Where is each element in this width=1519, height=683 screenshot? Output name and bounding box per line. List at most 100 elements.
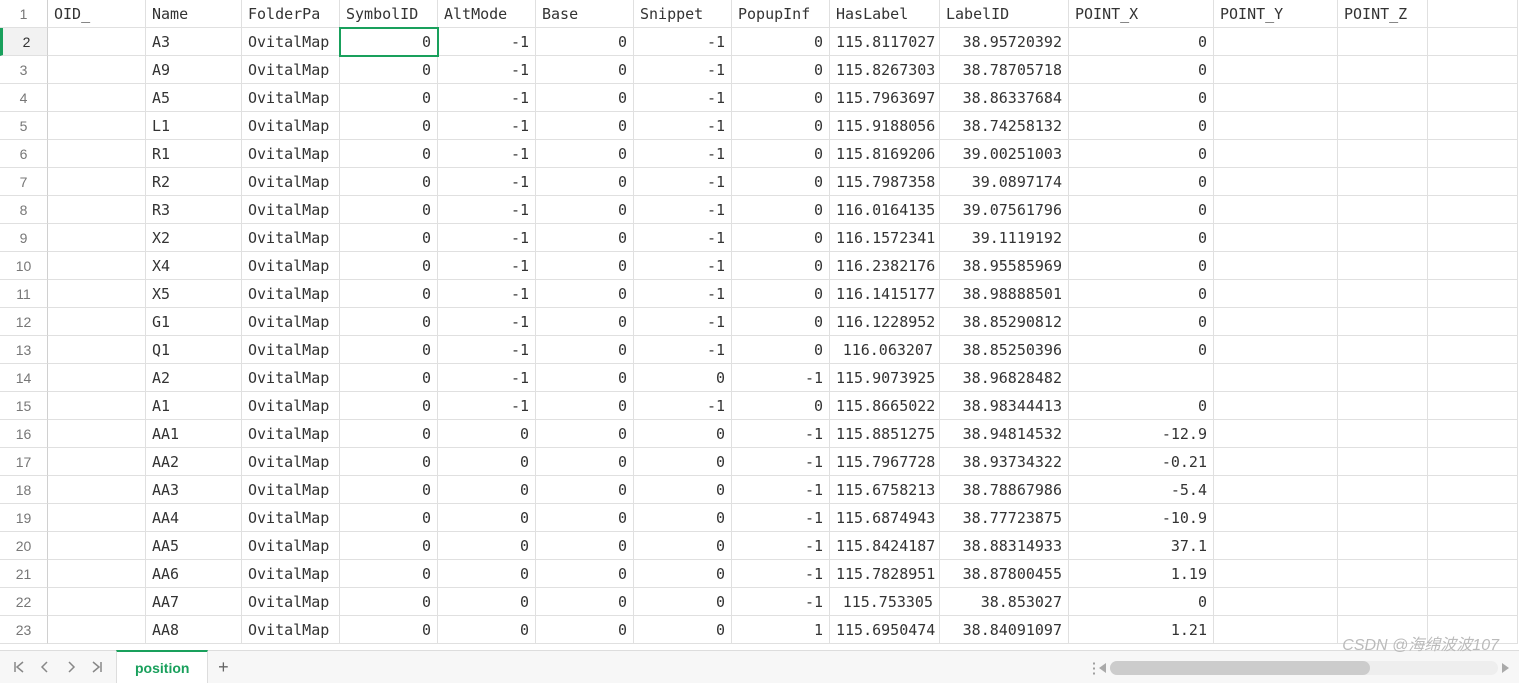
cell[interactable]: OvitalMap [242, 112, 340, 140]
cell[interactable] [48, 112, 146, 140]
cell[interactable] [48, 476, 146, 504]
cell[interactable] [48, 616, 146, 644]
cell[interactable]: 0 [1069, 392, 1214, 420]
cell[interactable]: 0 [536, 280, 634, 308]
cell[interactable] [1338, 420, 1428, 448]
cell[interactable]: OvitalMap [242, 420, 340, 448]
cell[interactable]: -1 [438, 308, 536, 336]
cell[interactable]: 39.0897174 [940, 168, 1069, 196]
empty-cell[interactable] [1428, 560, 1518, 588]
column-header[interactable]: Name [146, 0, 242, 28]
cell[interactable]: OvitalMap [242, 616, 340, 644]
column-header[interactable]: AltMode [438, 0, 536, 28]
cell[interactable]: -1 [438, 168, 536, 196]
cell[interactable]: 38.93734322 [940, 448, 1069, 476]
cell[interactable]: 0 [438, 532, 536, 560]
cell[interactable]: 0 [732, 84, 830, 112]
row-header[interactable]: 16 [0, 420, 48, 448]
empty-cell[interactable] [1428, 448, 1518, 476]
cell[interactable]: 0 [536, 364, 634, 392]
cell[interactable]: 0 [340, 84, 438, 112]
cell[interactable]: -1 [634, 112, 732, 140]
cell[interactable]: 0 [340, 392, 438, 420]
column-header[interactable]: OID_ [48, 0, 146, 28]
cell[interactable] [1338, 364, 1428, 392]
cell[interactable]: 115.9188056 [830, 112, 940, 140]
cell[interactable] [48, 84, 146, 112]
cell[interactable]: -1 [634, 140, 732, 168]
cell[interactable]: 0 [340, 420, 438, 448]
cell[interactable] [1214, 560, 1338, 588]
cell[interactable]: 0 [634, 448, 732, 476]
cell[interactable] [1214, 364, 1338, 392]
cell[interactable]: 0 [536, 308, 634, 336]
cell[interactable]: -1 [634, 28, 732, 56]
cell[interactable]: 0 [340, 280, 438, 308]
cell[interactable]: 0 [340, 560, 438, 588]
cell[interactable]: 115.8117027 [830, 28, 940, 56]
cell[interactable]: G1 [146, 308, 242, 336]
cell[interactable]: 0 [340, 252, 438, 280]
cell[interactable]: -1 [732, 532, 830, 560]
empty-cell[interactable] [1428, 420, 1518, 448]
cell[interactable]: 0 [634, 532, 732, 560]
cell[interactable]: -1 [438, 56, 536, 84]
cell[interactable] [1338, 196, 1428, 224]
cell[interactable]: OvitalMap [242, 280, 340, 308]
scroll-thumb[interactable] [1110, 661, 1370, 675]
cell[interactable] [1214, 196, 1338, 224]
row-header[interactable]: 11 [0, 280, 48, 308]
cell[interactable]: 38.77723875 [940, 504, 1069, 532]
cell[interactable] [1214, 476, 1338, 504]
cell[interactable]: 0 [536, 252, 634, 280]
cell[interactable]: 115.7828951 [830, 560, 940, 588]
cell[interactable] [1214, 532, 1338, 560]
cell[interactable]: -1 [438, 112, 536, 140]
cell[interactable] [1214, 588, 1338, 616]
cell[interactable]: 0 [340, 336, 438, 364]
row-header[interactable]: 9 [0, 224, 48, 252]
cell[interactable]: 115.7967728 [830, 448, 940, 476]
cell[interactable]: 0 [340, 224, 438, 252]
cell[interactable]: -1 [634, 84, 732, 112]
cell[interactable]: 0 [536, 168, 634, 196]
empty-cell[interactable] [1428, 168, 1518, 196]
cell[interactable]: 0 [1069, 224, 1214, 252]
cell[interactable]: 0 [1069, 168, 1214, 196]
cell[interactable]: 0 [438, 420, 536, 448]
cell[interactable]: 0 [340, 588, 438, 616]
cell[interactable] [1338, 588, 1428, 616]
cell[interactable]: 0 [536, 56, 634, 84]
cell[interactable]: 0 [732, 252, 830, 280]
cell[interactable]: OvitalMap [242, 28, 340, 56]
cell[interactable]: 0 [1069, 84, 1214, 112]
cell[interactable]: AA2 [146, 448, 242, 476]
cell[interactable]: -12.9 [1069, 420, 1214, 448]
cell[interactable]: 0 [340, 448, 438, 476]
cell[interactable]: 38.74258132 [940, 112, 1069, 140]
row-header[interactable]: 19 [0, 504, 48, 532]
empty-cell[interactable] [1428, 196, 1518, 224]
cell[interactable]: AA8 [146, 616, 242, 644]
cell[interactable]: AA4 [146, 504, 242, 532]
cell[interactable]: A1 [146, 392, 242, 420]
cell[interactable]: 0 [438, 588, 536, 616]
cell[interactable]: 39.1119192 [940, 224, 1069, 252]
cell[interactable]: 0 [340, 56, 438, 84]
cell[interactable]: -1 [634, 252, 732, 280]
cell[interactable]: 0 [732, 28, 830, 56]
cell[interactable]: 1.19 [1069, 560, 1214, 588]
row-header[interactable]: 1 [0, 0, 48, 28]
cell[interactable] [1214, 252, 1338, 280]
cell[interactable]: 38.78867986 [940, 476, 1069, 504]
cell[interactable]: 39.07561796 [940, 196, 1069, 224]
empty-cell[interactable] [1428, 532, 1518, 560]
cell[interactable]: X4 [146, 252, 242, 280]
cell[interactable]: -1 [438, 280, 536, 308]
cell[interactable] [1214, 112, 1338, 140]
cell[interactable] [48, 140, 146, 168]
cell[interactable]: -1 [634, 196, 732, 224]
cell[interactable]: 0 [340, 28, 438, 56]
cell[interactable]: 0 [634, 364, 732, 392]
cell[interactable]: 0 [438, 476, 536, 504]
